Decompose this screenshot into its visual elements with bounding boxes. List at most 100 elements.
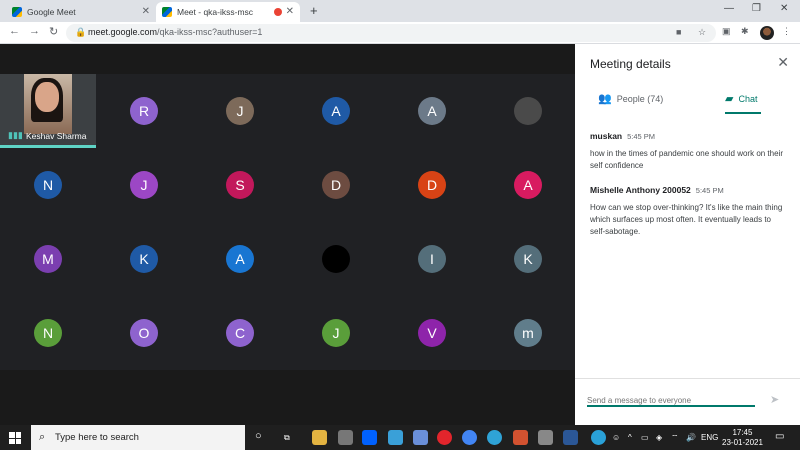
forward-icon[interactable]: → bbox=[29, 25, 40, 37]
address-bar[interactable]: 🔒 meet.google.com/qka-ikss-msc?authuser=… bbox=[66, 24, 716, 42]
meet-video-grid: ▮▮▮ Keshav Sharma R J A A N J S D D A M K A I K N O C J Vm bbox=[0, 44, 575, 425]
cortana-icon[interactable]: ○ bbox=[255, 430, 262, 442]
participant-avatar bbox=[514, 97, 542, 125]
tab-google-meet[interactable]: Google Meet ✕ bbox=[6, 2, 156, 22]
opera-icon[interactable] bbox=[437, 430, 452, 445]
chat-message: Mishelle Anthony 200052 5:45 PM How can w… bbox=[590, 180, 785, 238]
word-icon[interactable] bbox=[563, 430, 578, 445]
grid-top-band bbox=[0, 44, 575, 74]
chat-message-input[interactable] bbox=[587, 395, 755, 407]
participant-tile[interactable] bbox=[288, 222, 384, 296]
participant-tile[interactable]: K bbox=[96, 222, 192, 296]
minimize-icon[interactable]: — bbox=[724, 3, 734, 14]
send-icon[interactable]: ➤ bbox=[770, 393, 779, 406]
close-tab-icon[interactable]: ✕ bbox=[142, 6, 150, 17]
back-icon[interactable]: ← bbox=[9, 25, 20, 37]
participant-tile[interactable]: S bbox=[192, 148, 288, 222]
tab-people-label: People (74) bbox=[616, 93, 664, 104]
battery-icon[interactable]: ▭ bbox=[641, 433, 649, 442]
language-indicator[interactable]: ENG bbox=[701, 433, 718, 442]
lock-icon: 🔒 bbox=[75, 27, 87, 37]
menu-dots-icon[interactable]: ⋮ bbox=[782, 26, 791, 37]
store-icon[interactable] bbox=[338, 430, 353, 445]
participant-tile[interactable] bbox=[480, 74, 576, 148]
extensions-puzzle-icon[interactable]: ✱ bbox=[741, 26, 749, 37]
tab-meet-room[interactable]: Meet - qka-ikss-msc ✕ bbox=[156, 2, 300, 22]
participant-tile[interactable]: m bbox=[480, 296, 576, 370]
participant-avatar: N bbox=[34, 319, 62, 347]
self-tile[interactable]: ▮▮▮ Keshav Sharma bbox=[0, 74, 96, 148]
powerpoint-icon[interactable] bbox=[513, 430, 528, 445]
network-icon[interactable]: ◈ bbox=[656, 433, 662, 442]
reload-icon[interactable]: ↻ bbox=[49, 25, 58, 38]
participant-tile[interactable]: I bbox=[384, 222, 480, 296]
participant-tile[interactable]: J bbox=[192, 74, 288, 148]
participant-avatar: M bbox=[34, 245, 62, 273]
browser-toolbar: ← → ↻ 🔒 meet.google.com/qka-ikss-msc?aut… bbox=[0, 22, 800, 44]
panel-title: Meeting details bbox=[590, 57, 671, 71]
windows-taskbar: ⌕ Type here to search ○ ⧉ ☺ ^ ▭ ◈ ⌔ 🔊 EN… bbox=[0, 425, 800, 450]
edge-icon[interactable] bbox=[487, 430, 502, 445]
participant-tile[interactable]: J bbox=[288, 296, 384, 370]
windows-start-icon[interactable] bbox=[9, 432, 21, 444]
tab-people[interactable]: 👥 People (74) bbox=[598, 92, 663, 105]
chat-tab-underline bbox=[725, 112, 761, 114]
taskbar-search-box[interactable]: ⌕ Type here to search bbox=[31, 425, 245, 450]
participant-tile[interactable]: D bbox=[288, 148, 384, 222]
participant-tile[interactable]: M bbox=[0, 222, 96, 296]
file-explorer-icon[interactable] bbox=[312, 430, 327, 445]
mail-icon[interactable] bbox=[413, 430, 428, 445]
participant-avatar: I bbox=[418, 245, 446, 273]
bookmark-star-icon[interactable]: ☆ bbox=[698, 27, 706, 38]
participant-tile[interactable]: J bbox=[96, 148, 192, 222]
self-video-face bbox=[35, 82, 59, 112]
participant-tile[interactable]: N bbox=[0, 296, 96, 370]
app-icon[interactable] bbox=[538, 430, 553, 445]
participant-avatar: A bbox=[226, 245, 254, 273]
close-tab-icon[interactable]: ✕ bbox=[286, 6, 294, 17]
participant-avatar: N bbox=[34, 171, 62, 199]
people-tray-icon[interactable]: ☺ bbox=[612, 433, 620, 442]
participant-tile[interactable]: O bbox=[96, 296, 192, 370]
self-name: Keshav Sharma bbox=[26, 131, 87, 141]
chrome-icon[interactable] bbox=[462, 430, 477, 445]
wifi-icon[interactable]: ⌔ bbox=[671, 433, 679, 443]
chat-compose: ➤ bbox=[575, 378, 800, 425]
volume-icon[interactable]: 🔊 bbox=[686, 433, 696, 442]
profile-avatar[interactable] bbox=[760, 26, 774, 40]
tab-chat[interactable]: ▰ Chat bbox=[725, 92, 757, 105]
search-icon: ⌕ bbox=[39, 431, 46, 443]
participant-tile[interactable]: A bbox=[288, 74, 384, 148]
tab-label: Meet - qka-ikss-msc bbox=[177, 7, 254, 17]
participant-avatar: m bbox=[514, 319, 542, 347]
participant-tile[interactable]: V bbox=[384, 296, 480, 370]
url-text: meet.google.com/qka-ikss-msc?authuser=1 bbox=[88, 27, 263, 37]
participant-avatar: D bbox=[322, 171, 350, 199]
participant-tile[interactable]: A bbox=[384, 74, 480, 148]
extension-s-icon[interactable]: ▣ bbox=[722, 26, 731, 37]
help-icon[interactable] bbox=[591, 430, 606, 445]
task-view-icon[interactable]: ⧉ bbox=[284, 433, 290, 443]
camera-icon[interactable]: ■ bbox=[676, 27, 681, 37]
participant-tile[interactable]: N bbox=[0, 148, 96, 222]
clock[interactable]: 17:45 23-01-2021 bbox=[722, 428, 763, 448]
participant-tile[interactable]: C bbox=[192, 296, 288, 370]
participant-avatar: A bbox=[418, 97, 446, 125]
message-text: how in the times of pandemic one should … bbox=[590, 149, 783, 170]
participant-tile[interactable]: R bbox=[96, 74, 192, 148]
close-window-icon[interactable]: ✕ bbox=[780, 3, 788, 14]
new-tab-button[interactable]: + bbox=[310, 3, 318, 18]
dropbox-icon[interactable] bbox=[362, 430, 377, 445]
tab-label: Google Meet bbox=[27, 7, 76, 17]
app-icon[interactable] bbox=[388, 430, 403, 445]
participant-tile[interactable]: K bbox=[480, 222, 576, 296]
notifications-icon[interactable]: ▭ bbox=[775, 431, 784, 442]
chat-message: muskan 5:45 PM how in the times of pandem… bbox=[590, 126, 785, 172]
chevron-up-icon[interactable]: ^ bbox=[628, 433, 632, 442]
close-panel-icon[interactable]: ✕ bbox=[777, 54, 789, 71]
participant-tile[interactable]: A bbox=[192, 222, 288, 296]
participant-avatar: A bbox=[322, 97, 350, 125]
restore-icon[interactable]: ❐ bbox=[752, 3, 761, 14]
participant-tile[interactable]: A bbox=[480, 148, 576, 222]
participant-tile[interactable]: D bbox=[384, 148, 480, 222]
